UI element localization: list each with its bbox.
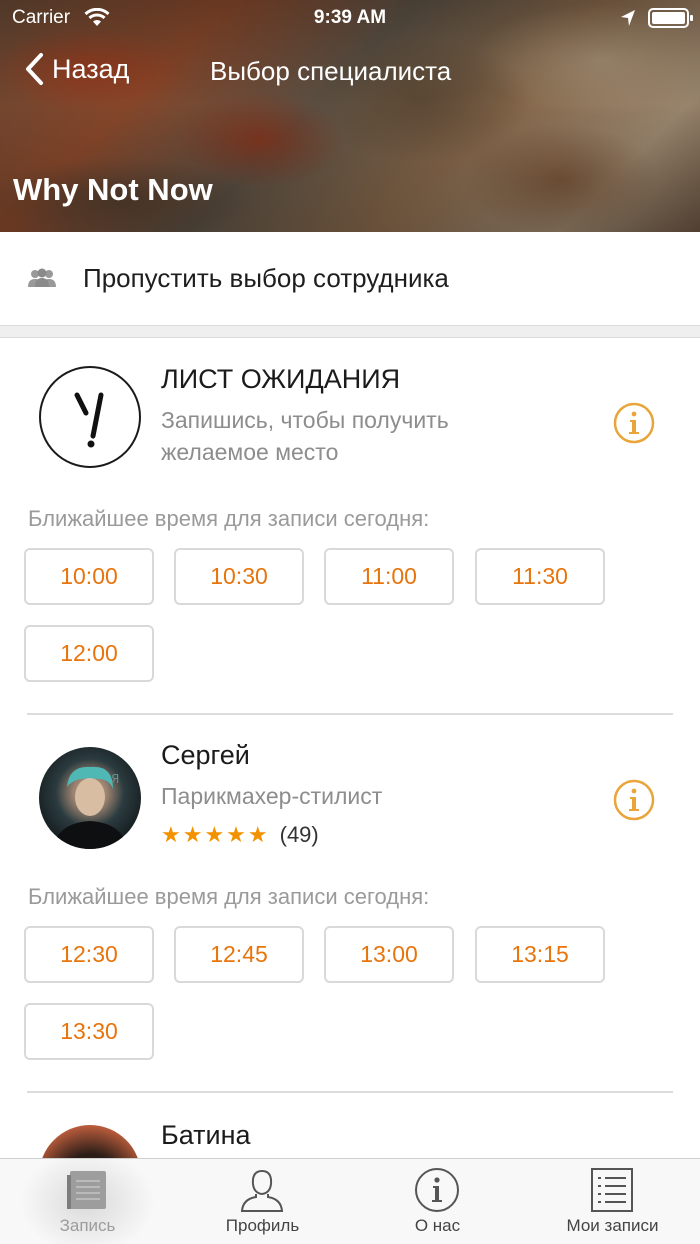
time-slot[interactable]: 11:30 — [475, 548, 605, 605]
tab-about[interactable]: О нас — [350, 1159, 525, 1244]
time-slot[interactable]: 13:30 — [24, 1003, 154, 1060]
specialist-card-waitlist[interactable]: ЛИСТ ОЖИДАНИЯ Запишись, чтобы получить ж… — [0, 338, 700, 714]
nearest-time-label: Ближайшее время для записи сегодня: — [28, 884, 430, 909]
specialist-name: Сергей — [161, 740, 250, 770]
card-divider — [27, 713, 673, 715]
tab-label: О нас — [414, 1216, 461, 1235]
list-icon — [591, 1168, 633, 1212]
status-bar: Carrier 9:39 AM — [0, 0, 700, 36]
person-photo-icon: Я — [53, 766, 127, 849]
section-divider — [0, 325, 700, 338]
battery-icon — [648, 8, 693, 28]
specialist-card-batina[interactable]: Батина — [0, 1094, 700, 1158]
info-icon — [415, 1168, 459, 1212]
tab-label: Мои записи — [566, 1216, 659, 1235]
clock: 9:39 AM — [313, 7, 387, 28]
skip-selection-row[interactable]: Пропустить выбор сотрудника — [0, 232, 700, 325]
navigation-bar: Назад Выбор специалиста — [0, 48, 700, 98]
time-slot[interactable]: 11:00 — [324, 548, 454, 605]
salon-name: Why Not Now — [13, 172, 213, 207]
star-rating-icon: ★★★★★ — [161, 822, 270, 847]
waitlist-logo — [39, 366, 141, 468]
chevron-left-icon — [26, 53, 43, 85]
card-divider — [27, 1091, 673, 1093]
time-slot[interactable]: 13:15 — [475, 926, 605, 983]
svg-text:Я: Я — [111, 772, 119, 786]
avatar: Я — [39, 747, 141, 849]
specialist-role: Парикмахер-стилист — [161, 783, 383, 809]
avatar — [39, 1125, 141, 1158]
time-slot[interactable]: 10:30 — [174, 548, 304, 605]
time-slot[interactable]: 13:00 — [324, 926, 454, 983]
book-icon — [67, 1171, 106, 1209]
tab-profile[interactable]: Профиль — [175, 1159, 350, 1244]
tab-my-bookings[interactable]: Мои записи — [525, 1159, 700, 1244]
group-icon — [28, 268, 56, 287]
rating: ★★★★★ (49) — [161, 822, 319, 848]
info-icon[interactable] — [613, 402, 655, 444]
time-slot[interactable]: 12:00 — [24, 625, 154, 682]
header-banner: Carrier 9:39 AM Назад Выбор специалиста … — [0, 0, 700, 232]
specialist-name: ЛИСТ ОЖИДАНИЯ — [161, 364, 401, 394]
tab-booking[interactable]: Запись — [0, 1159, 175, 1244]
person-icon — [240, 1169, 284, 1212]
question-logo-icon — [74, 392, 104, 448]
page-title: Выбор специалиста — [210, 56, 452, 86]
specialist-name: Батина — [161, 1120, 251, 1150]
tab-label: Профиль — [225, 1216, 300, 1235]
specialist-card-sergey[interactable]: Я Сергей Парикмахер-стилист ★★★★★ (49) Б… — [0, 716, 700, 1092]
tab-label: Запись — [59, 1216, 116, 1235]
specialist-description: Запишись, чтобы получить желаемое место — [161, 407, 449, 465]
back-button[interactable]: Назад — [24, 52, 129, 86]
rating-count: (49) — [279, 822, 319, 847]
skip-selection-label: Пропустить выбор сотрудника — [83, 263, 449, 293]
nearest-time-label: Ближайшее время для записи сегодня: — [28, 506, 430, 531]
time-slot[interactable]: 12:45 — [174, 926, 304, 983]
time-slot[interactable]: 10:00 — [24, 548, 154, 605]
info-icon[interactable] — [613, 779, 655, 821]
time-slot[interactable]: 12:30 — [24, 926, 154, 983]
location-arrow-icon — [621, 10, 635, 26]
back-label: Назад — [52, 53, 130, 84]
tab-bar: Запись Профиль О нас Мои записи — [0, 1158, 700, 1244]
